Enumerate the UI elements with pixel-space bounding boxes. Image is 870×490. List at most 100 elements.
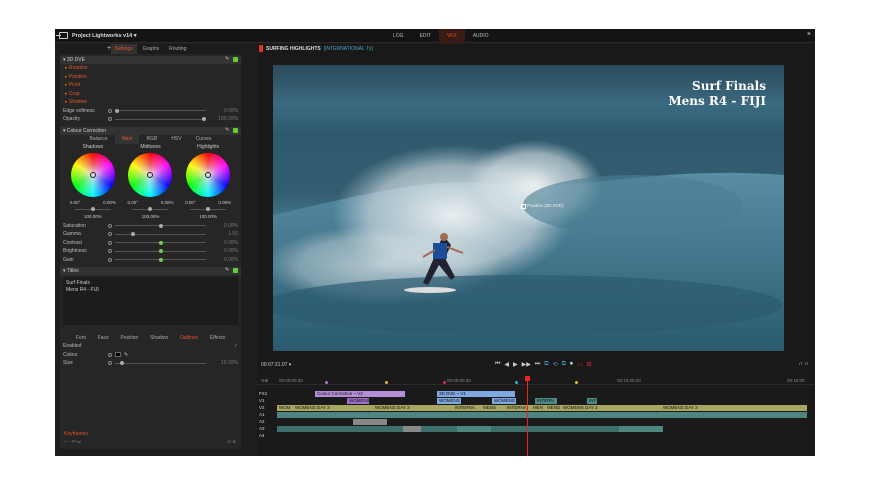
keyframe-icon[interactable] bbox=[108, 232, 112, 237]
track-label[interactable]: A1 bbox=[259, 412, 274, 417]
clip-v2[interactable]: WOMENS DAY 2 bbox=[373, 405, 453, 411]
keyframe-icon[interactable] bbox=[108, 108, 112, 113]
cue-marker[interactable] bbox=[443, 381, 446, 384]
clip-v1[interactable]: WOMENS bbox=[347, 398, 369, 404]
wheel-handle[interactable] bbox=[147, 171, 154, 178]
tab-curves[interactable]: Curves bbox=[189, 135, 219, 144]
keyframe-nav-icon[interactable]: ⊖ ⊕ bbox=[227, 439, 236, 445]
clip-v2[interactable]: MENS bbox=[481, 405, 505, 411]
slider-knob[interactable] bbox=[158, 240, 163, 245]
slider-knob[interactable] bbox=[158, 223, 163, 228]
track-label[interactable]: A3 bbox=[259, 426, 274, 431]
mark-in-icon[interactable]: ⧉ bbox=[544, 361, 548, 368]
highlights-colour-wheel[interactable] bbox=[186, 152, 231, 197]
keyframe-icon[interactable] bbox=[108, 361, 112, 366]
edge-softness-slider[interactable] bbox=[115, 108, 206, 113]
wheel-handle[interactable] bbox=[89, 171, 96, 178]
audio-clip[interactable] bbox=[491, 426, 619, 432]
wheel-handle[interactable] bbox=[205, 171, 212, 178]
audio-clip[interactable] bbox=[277, 426, 403, 432]
dve-shadow[interactable]: ▸ Shadow bbox=[60, 98, 241, 107]
clip-v1[interactable]: WOMENS bbox=[437, 398, 461, 404]
clip-v2[interactable]: WOMENS DAY 2 bbox=[661, 405, 807, 411]
slider-knob[interactable] bbox=[90, 206, 95, 211]
dve-crop[interactable]: ▸ Crop bbox=[60, 90, 241, 99]
shadows-level-slider[interactable] bbox=[67, 206, 119, 213]
project-title[interactable]: Project Lightworks v14 ▾ bbox=[72, 33, 137, 39]
shadows-colour-wheel[interactable] bbox=[70, 152, 115, 197]
audio-clip[interactable] bbox=[353, 419, 387, 425]
track-label[interactable]: V1 bbox=[259, 398, 274, 403]
titles-header[interactable]: ▾ Titles ✎ bbox=[60, 267, 241, 275]
eyedropper-icon[interactable]: ✎ bbox=[124, 352, 128, 358]
tab-position[interactable]: Position bbox=[120, 335, 138, 341]
stop-icon[interactable]: ⏹ bbox=[570, 361, 573, 368]
tab-shadow[interactable]: Shadow bbox=[150, 335, 168, 341]
keyframe-buttons[interactable]: + − ⏮ ⏭ bbox=[64, 439, 81, 445]
edit-icon[interactable]: ✎ bbox=[225, 57, 230, 62]
track-label[interactable]: V2 bbox=[259, 405, 274, 410]
clip-colour-correction[interactable]: Colour Correction ~ V2 bbox=[315, 391, 405, 397]
tab-audio[interactable]: AUDIO bbox=[465, 29, 497, 43]
audio-clip[interactable] bbox=[277, 412, 807, 418]
keyframe-icon[interactable] bbox=[108, 249, 112, 254]
dve-pivot[interactable]: ▸ Pivot bbox=[60, 81, 241, 90]
audio-clip[interactable] bbox=[403, 426, 421, 432]
clip-v2[interactable]: MEND bbox=[545, 405, 561, 411]
add-effect-icon[interactable]: + bbox=[107, 44, 111, 54]
saturation-slider[interactable] bbox=[115, 223, 206, 228]
tab-hsv[interactable]: HSV bbox=[164, 135, 188, 144]
tab-settings[interactable]: Settings bbox=[110, 44, 137, 54]
tab-edit[interactable]: EDIT bbox=[412, 29, 439, 43]
clip-v2[interactable]: INTERNA bbox=[453, 405, 481, 411]
keyframe-icon[interactable] bbox=[108, 223, 112, 228]
tab-outlines[interactable]: Outlines bbox=[180, 335, 198, 341]
tab-balance[interactable]: Balance bbox=[83, 135, 115, 144]
clip-v1[interactable]: WOMENS bbox=[492, 398, 516, 404]
tab-graphs[interactable]: Graphs bbox=[139, 44, 163, 54]
keyframes-label[interactable]: Keyframes bbox=[64, 431, 88, 437]
opacity-slider[interactable] bbox=[115, 117, 206, 122]
track-label[interactable]: A2 bbox=[259, 419, 274, 424]
audio-monitor-icon[interactable]: ∩ ∩ bbox=[799, 361, 809, 367]
timecode-display[interactable]: 00:07:21.07 ▾ bbox=[261, 362, 291, 368]
dve-header[interactable]: ▾ 3D DVE ✎ bbox=[60, 56, 241, 64]
keyframe-icon[interactable] bbox=[108, 117, 112, 122]
titles-text-area[interactable]: Surf Finals Mens R4 - FIJI bbox=[63, 277, 238, 325]
edit-icon[interactable]: ✎ bbox=[225, 127, 230, 133]
go-start-icon[interactable]: ⏮ bbox=[495, 361, 500, 368]
brightness-slider[interactable] bbox=[115, 249, 206, 254]
cue-marker[interactable] bbox=[385, 381, 388, 384]
slider-knob[interactable] bbox=[115, 108, 119, 113]
go-end-icon[interactable]: ⏭ bbox=[535, 361, 540, 368]
cc-header[interactable]: ▾ Colour Correction ✎ bbox=[60, 126, 241, 135]
enabled-checkbox[interactable]: ✓ bbox=[206, 343, 238, 349]
slider-knob[interactable] bbox=[120, 361, 125, 366]
clip-v2[interactable]: MEN bbox=[531, 405, 545, 411]
dve-position-handle[interactable]: Position (3D DVE) bbox=[521, 203, 564, 209]
grid-icon[interactable]: ⊟ bbox=[587, 361, 592, 368]
tab-effects[interactable]: Effects bbox=[210, 335, 225, 341]
zoom-icon[interactable]: ⊖⊕ bbox=[261, 378, 269, 384]
edit-icon[interactable]: ✎ bbox=[225, 268, 230, 273]
size-slider[interactable] bbox=[115, 361, 206, 366]
keyframe-icon[interactable] bbox=[108, 352, 112, 357]
keyframe-icon[interactable] bbox=[108, 257, 112, 262]
tab-log[interactable]: LOG bbox=[385, 29, 412, 43]
dve-rotation[interactable]: ▸ Rotation bbox=[60, 64, 241, 73]
clip-3d-dve[interactable]: 3D DVE ~ V1 bbox=[437, 391, 515, 397]
clip-v1[interactable]: INTERN bbox=[535, 398, 557, 404]
tab-main[interactable]: Main bbox=[114, 134, 140, 144]
timeline-ruler[interactable]: ⊖⊕ 00:00:00.00 00:05:00.00 00:10:00.00 0… bbox=[257, 376, 815, 385]
exit-icon[interactable] bbox=[56, 32, 68, 39]
clip-v2[interactable]: WOMENS DAY 2 bbox=[561, 405, 661, 411]
midtones-level-slider[interactable] bbox=[124, 206, 176, 213]
midtones-colour-wheel[interactable] bbox=[128, 152, 173, 197]
close-icon[interactable]: × bbox=[807, 31, 811, 38]
fast-forward-icon[interactable]: ▶▶ bbox=[522, 361, 531, 368]
tab-routing[interactable]: Routing bbox=[165, 44, 190, 54]
track-label[interactable]: A4 bbox=[259, 433, 274, 438]
cue-marker[interactable] bbox=[575, 381, 578, 384]
slider-knob[interactable] bbox=[158, 249, 163, 254]
loop-icon[interactable]: ⟲ bbox=[553, 361, 558, 368]
